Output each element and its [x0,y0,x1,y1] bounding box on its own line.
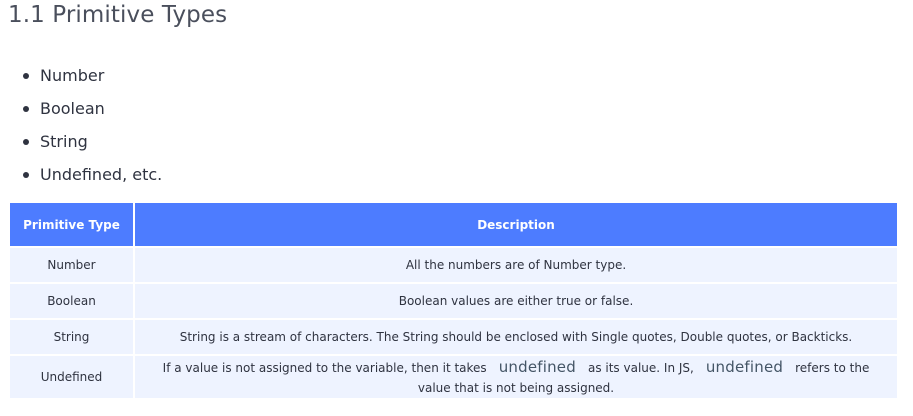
type-cell: String [10,318,135,355]
description-text: value that is not being assigned. [417,380,615,395]
list-item-label: Undefined, etc. [40,164,163,184]
table-row: Number All the numbers are of Number typ… [10,246,897,283]
bullet-icon [23,105,29,112]
bullet-icon [23,138,29,145]
list-item: String [16,125,162,158]
table-row: Boolean Boolean values are either true o… [10,282,897,319]
list-item-label: Number [40,65,105,85]
description-cell: If a value is not assigned to the variab… [134,354,897,398]
description-text: If a value is not assigned to the variab… [162,360,487,375]
table-row: String String is a stream of characters.… [10,318,897,355]
description-text: as its value. In JS, [587,360,694,375]
list-item: Undefined, etc. [16,158,162,191]
table-row: Undefined If a value is not assigned to … [10,354,897,398]
type-cell: Boolean [10,282,135,319]
list-item-label: Boolean [40,98,105,118]
inline-code-undefined: undefined [705,357,784,376]
primitive-types-list: Number Boolean String Undefined, etc. [16,59,162,191]
description-cell: All the numbers are of Number type. [134,246,897,283]
section-title: 1.1 Primitive Types [8,2,228,28]
list-item: Boolean [16,92,162,125]
description-cell: String is a stream of characters. The St… [134,318,897,355]
header-description: Description [134,203,897,247]
header-primitive-type: Primitive Type [10,203,135,247]
list-item-label: String [40,131,88,151]
bullet-icon [23,171,29,178]
description-text: refers to the [795,360,870,375]
description-cell: Boolean values are either true or false. [134,282,897,319]
type-cell: Undefined [10,354,135,398]
bullet-icon [23,72,29,79]
list-item: Number [16,59,162,92]
inline-code-undefined: undefined [498,357,576,376]
primitive-types-table: Primitive Type Description Number All th… [10,203,897,398]
type-cell: Number [10,246,135,283]
table-header-row: Primitive Type Description [10,203,897,247]
